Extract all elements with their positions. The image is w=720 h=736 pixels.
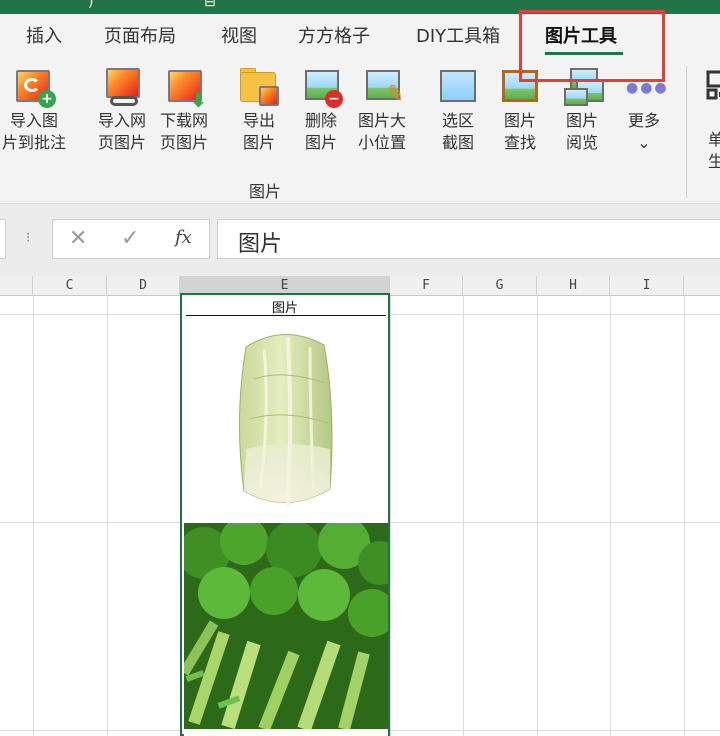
import-picture-to-comment-icon: + [12,66,56,110]
button-label: 截图 [441,133,474,152]
column-header-h[interactable]: H [537,276,610,296]
download-web-picture-icon: ⬇ [162,66,207,110]
import-picture-to-comment-button[interactable]: + 导入图 片到批注 [2,66,66,166]
button-label: 选区 [441,111,474,130]
button-label: 查找 [503,133,536,152]
column-header-partial[interactable] [684,276,720,296]
button-label: 图片大 [357,111,406,130]
formula-buttons: ✕ ✓ fx [52,219,210,259]
formula-bar: ⁝ ✕ ✓ fx 图片 [0,204,720,276]
formula-bar-separator: ⁝ [26,230,31,246]
column-header-d[interactable]: D [107,276,180,296]
selection-screenshot-icon [436,66,480,110]
import-web-picture-button[interactable]: 导入网 页图片 [90,66,154,166]
button-label: 片到批注 [2,133,67,152]
delete-picture-icon: − [299,66,343,110]
button-label: 更多 [627,111,660,130]
button-label: 导出 [242,111,275,130]
cabbage-picture[interactable] [184,319,388,521]
button-label: 小位置 [357,133,406,152]
qr-code-icon[interactable] [706,70,720,106]
tab-diy-toolbox[interactable]: DIY工具箱 [416,22,500,48]
tab-page-layout[interactable]: 页面布局 [104,22,176,48]
button-label: 页图片 [159,133,208,152]
ribbon-divider [686,66,687,198]
column-header-i[interactable]: I [610,276,684,296]
column-header-c[interactable]: C [33,276,107,296]
enter-icon[interactable]: ✓ [121,226,139,251]
button-label: 图片 [242,133,275,152]
button-label: 删除 [304,111,337,130]
export-picture-button[interactable]: 导出 图片 [227,66,291,166]
ribbon-group-label: 图片 [249,182,282,201]
celery-picture[interactable] [184,523,388,729]
name-box[interactable] [0,219,6,259]
annotation-highlight-box [519,10,665,82]
button-label: 页图片 [97,133,146,152]
button-label: 阅览 [565,133,598,152]
button-label: 导入网 [97,111,146,130]
delete-picture-button[interactable]: − 删除 图片 [289,66,353,166]
tab-fangfang-grid[interactable]: 方方格子 [298,22,370,48]
picture-size-position-button[interactable]: ✎ 图片大 小位置 [350,66,414,166]
insert-function-icon[interactable]: fx [175,227,192,248]
next-picture-edge [184,731,388,736]
button-label: 图片 [304,133,337,152]
button-label: 图片 [503,111,536,130]
cell-underline [186,315,386,316]
cut-off-label: 单 [708,130,720,149]
download-web-picture-button[interactable]: ⬇ 下载网 页图片 [152,66,216,166]
tab-insert[interactable]: 插入 [26,22,62,48]
tab-view[interactable]: 视图 [221,22,257,48]
column-header-partial[interactable] [0,276,33,296]
formula-input[interactable]: 图片 [217,219,720,259]
button-label: 下载网 [159,111,208,130]
button-label: 导入图 [9,111,58,130]
title-glyph: ) [88,0,94,10]
cancel-icon[interactable]: ✕ [69,226,87,251]
spreadsheet-window: ) ⊟ 插入 页面布局 视图 方方格子 DIY工具箱 图片工具 + 导入图 片到… [0,0,720,736]
cut-off-label: 生 [708,152,720,171]
picture-size-position-icon: ✎ [360,66,406,110]
button-label: 图片 [565,111,598,130]
cell-e1[interactable]: 图片 [182,297,388,316]
chevron-down-icon: ⌄ [637,133,651,152]
selection-screenshot-button[interactable]: 选区 截图 [426,66,490,166]
import-web-picture-icon [100,66,144,110]
export-picture-icon [237,66,281,110]
column-header-f[interactable]: F [390,276,463,296]
selected-column-e[interactable]: 图片 [180,293,390,736]
column-header-g[interactable]: G [463,276,537,296]
title-glyph: ⊟ [204,0,216,10]
